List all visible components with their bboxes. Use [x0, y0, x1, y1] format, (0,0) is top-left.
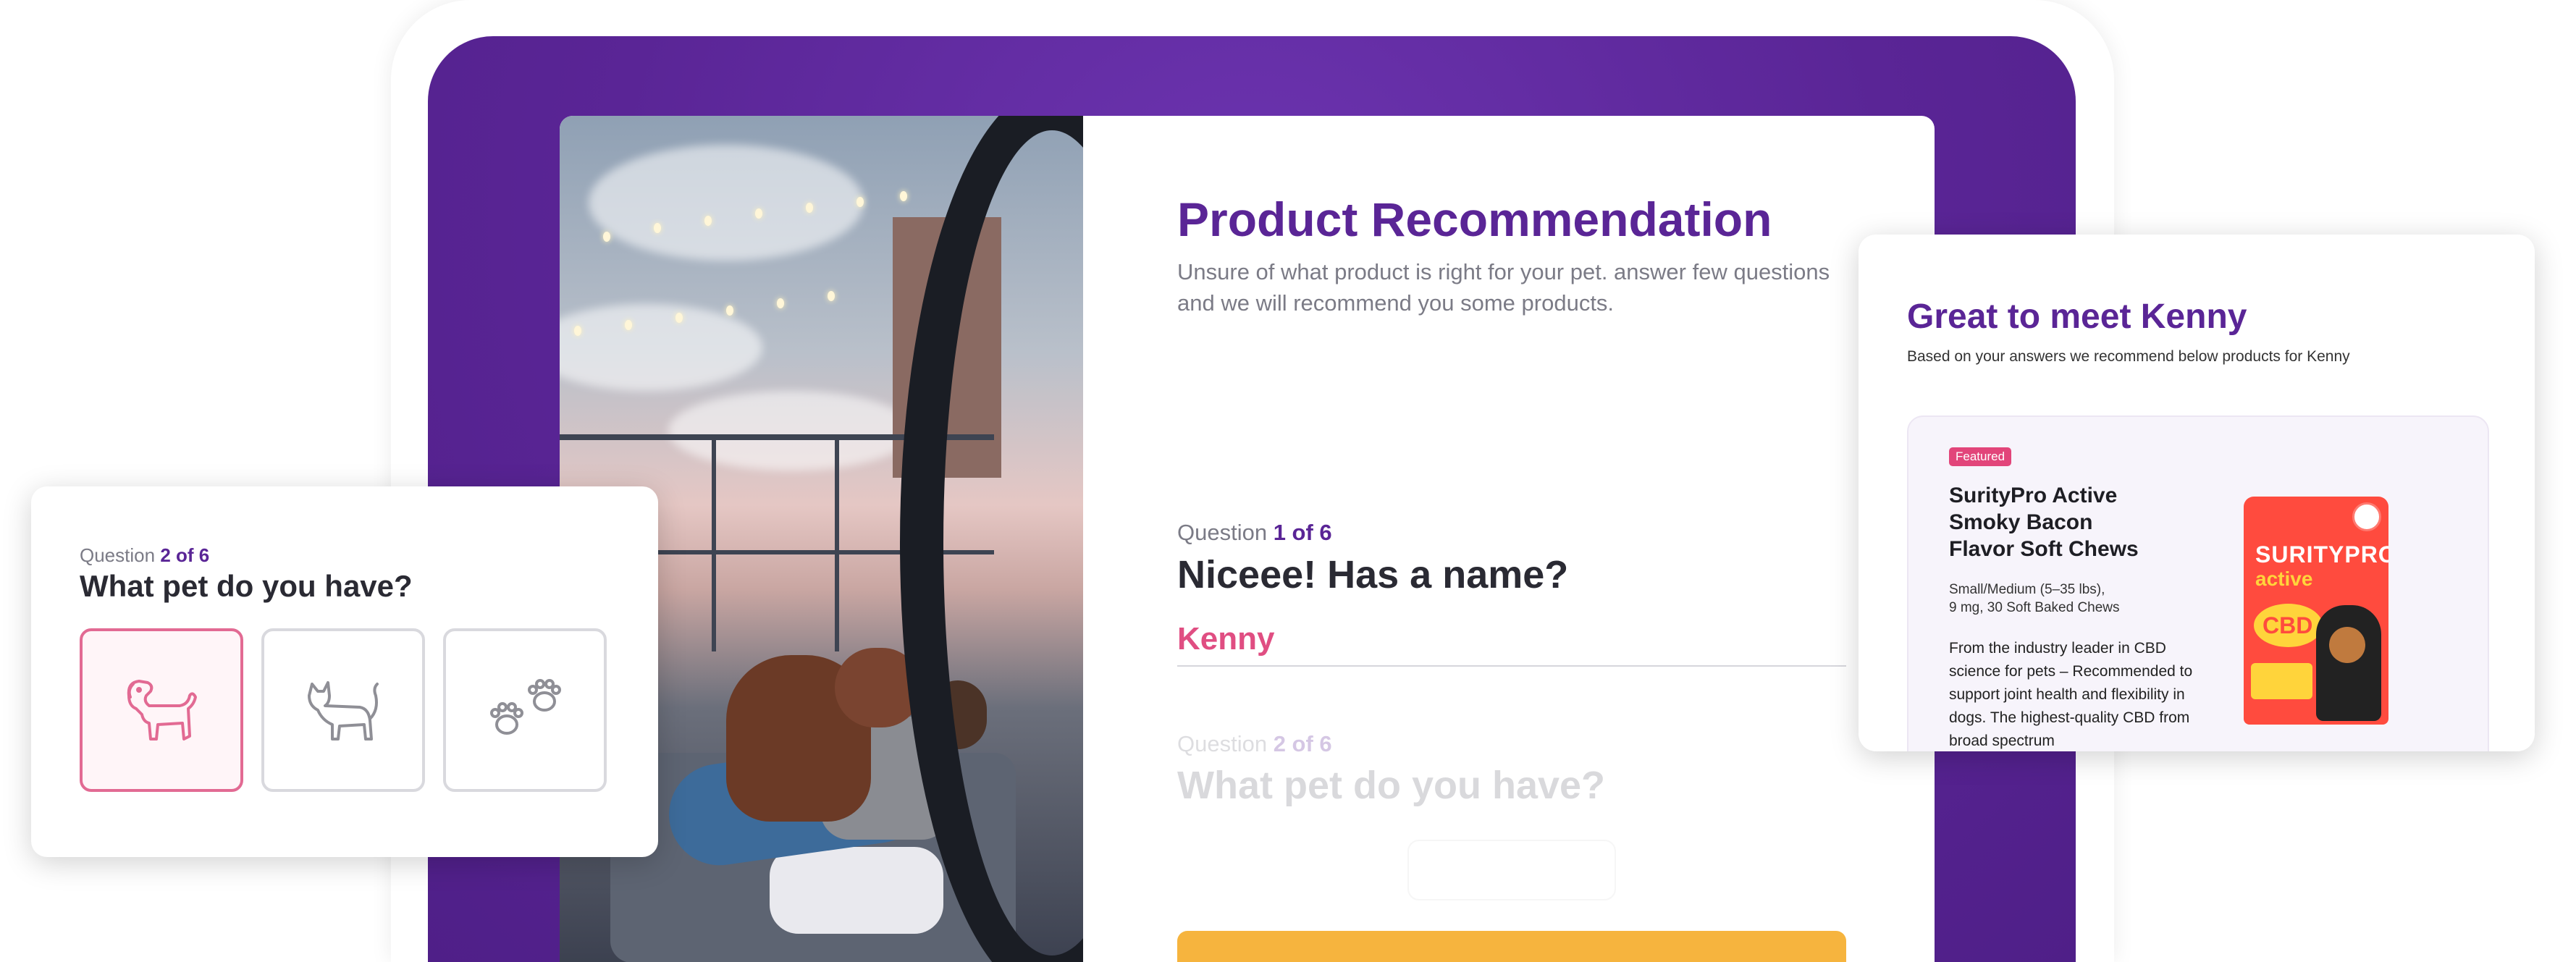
product-description: From the industry leader in CBD science … [1949, 640, 2193, 749]
pet-type-card: Question 2 of 6 What pet do you have? [31, 486, 658, 857]
pack-subbrand: active [2255, 568, 2313, 590]
pet-name-input[interactable] [1177, 613, 1846, 667]
faded-option [1407, 840, 1616, 900]
pack-brand: SURITYPRO [2255, 541, 2388, 568]
recommendation-title: Great to meet Kenny [1907, 298, 2247, 336]
question-count: 2 of 6 [1273, 731, 1332, 756]
product-image[interactable]: SURITYPRO active CBD [2244, 497, 2388, 725]
product-name-line: Flavor Soft Chews [1949, 537, 2139, 561]
product-name[interactable]: SurityPro Active Smoky Bacon Flavor Soft… [1949, 482, 2166, 562]
question-count: 2 of 6 [160, 544, 210, 566]
pet-option-other[interactable] [443, 628, 607, 792]
question-counter: Question 2 of 6 [80, 544, 209, 567]
next-question-counter: Question 2 of 6 [1177, 731, 1332, 757]
question-prefix: Question [80, 544, 156, 566]
pack-band [2251, 663, 2312, 699]
page-title: Product Recommendation [1177, 193, 1772, 246]
seal-icon [2352, 502, 2381, 531]
next-question-title: What pet do you have? [1177, 764, 1606, 807]
question-counter: Question 1 of 6 [1177, 520, 1332, 546]
pack-cbd-label: CBD [2263, 612, 2313, 638]
recommendation-form-card: Product Recommendation Unsure of what pr… [560, 116, 1935, 962]
pack-dog-face [2329, 627, 2365, 663]
product-meta: Small/Medium (5–35 lbs), 9 mg, 30 Soft B… [1949, 581, 2166, 617]
page-subtitle: Unsure of what product is right for your… [1177, 259, 1830, 316]
recommendation-card: Great to meet Kenny Based on your answer… [1859, 235, 2535, 751]
pack-dog-illustration [2316, 605, 2381, 721]
featured-badge: Featured [1949, 447, 2012, 466]
product-name-line: Smoky Bacon [1949, 510, 2093, 534]
paws-icon [490, 679, 561, 735]
question-prefix: Question [1177, 731, 1268, 756]
product-name-line: SurityPro Active [1949, 484, 2118, 507]
product-count: 9 mg, 30 Soft Baked Chews [1949, 600, 2120, 615]
question-title: Niceee! Has a name? [1177, 553, 1569, 596]
question-count: 1 of 6 [1273, 520, 1332, 545]
product-size: Small/Medium (5–35 lbs), [1949, 582, 2105, 597]
question-title: What pet do you have? [80, 569, 413, 603]
product-card[interactable]: Featured SurityPro Active Smoky Bacon Fl… [1907, 415, 2489, 751]
question-form: Product Recommendation Unsure of what pr… [1083, 116, 1935, 962]
question-prefix: Question [1177, 520, 1268, 545]
pet-option-dog[interactable] [80, 628, 243, 792]
dog-icon [127, 680, 197, 741]
pet-option-cat[interactable] [261, 628, 425, 792]
recommendation-subtitle: Based on your answers we recommend below… [1907, 348, 2350, 365]
cat-icon [308, 681, 379, 741]
continue-button[interactable] [1177, 931, 1846, 962]
